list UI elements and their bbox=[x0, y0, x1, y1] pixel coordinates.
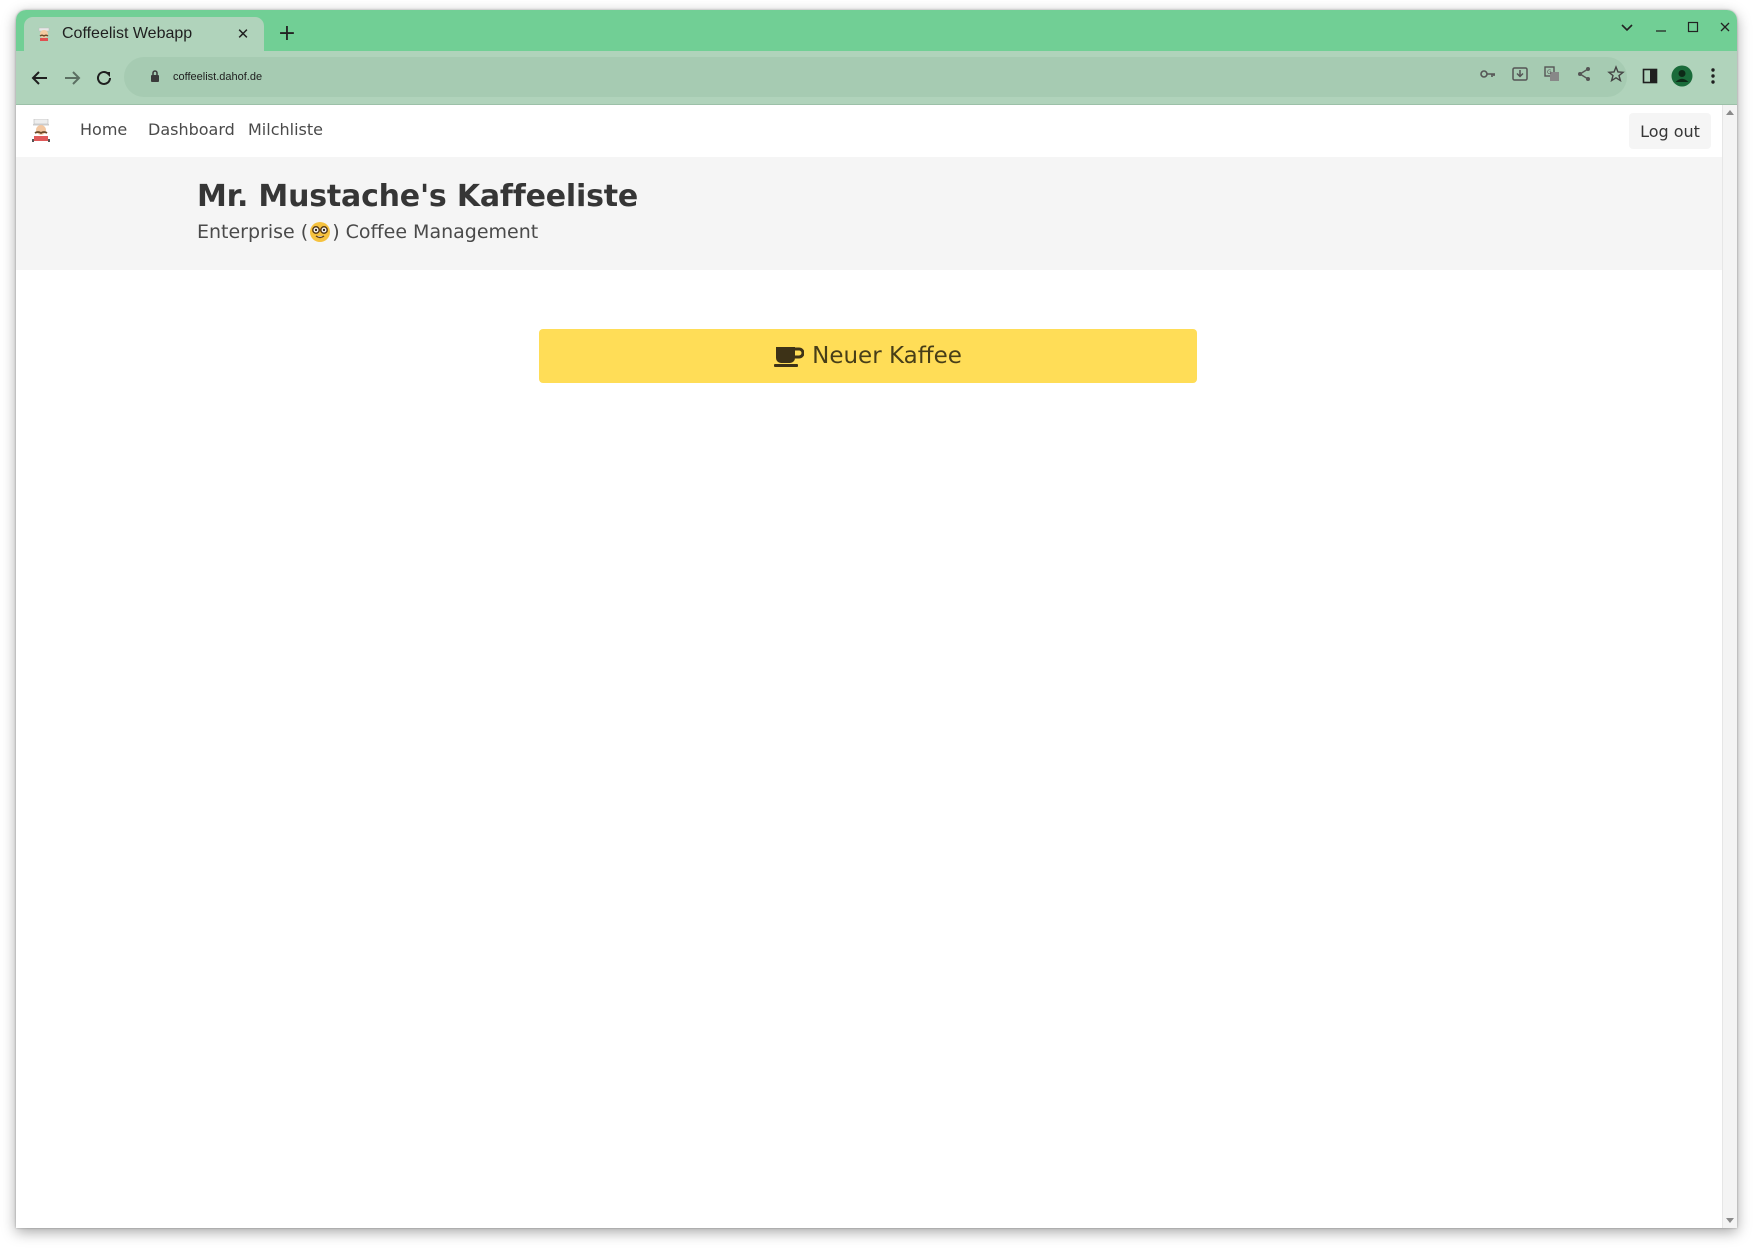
maximize-icon[interactable] bbox=[1682, 20, 1704, 38]
close-window-icon[interactable] bbox=[1714, 20, 1736, 38]
mustache-favicon-icon bbox=[36, 26, 52, 42]
logout-button[interactable]: Log out bbox=[1629, 113, 1711, 149]
install-icon[interactable] bbox=[1510, 64, 1530, 84]
key-icon[interactable] bbox=[1478, 64, 1498, 84]
page-subtitle: Enterprise ( ) Coffee Management bbox=[197, 221, 538, 243]
forward-icon[interactable] bbox=[58, 64, 86, 92]
tab-search-icon[interactable] bbox=[1616, 20, 1638, 38]
browser-tab[interactable]: Coffeelist Webapp ✕ bbox=[24, 17, 264, 51]
browser-toolbar: coffeelist.dahof.de G bbox=[16, 51, 1737, 105]
star-icon[interactable] bbox=[1606, 64, 1626, 84]
tab-close-icon[interactable]: ✕ bbox=[234, 25, 252, 43]
nav-link-home[interactable]: Home bbox=[80, 120, 127, 139]
subtitle-text-start: Enterprise ( bbox=[197, 221, 309, 243]
new-tab-button[interactable]: + bbox=[274, 22, 300, 48]
menu-icon[interactable] bbox=[1701, 64, 1725, 88]
scroll-down-arrow-icon[interactable] bbox=[1726, 1218, 1734, 1223]
mustache-logo-icon[interactable] bbox=[30, 118, 52, 143]
nerd-face-emoji-icon bbox=[309, 221, 331, 243]
minimize-icon[interactable] bbox=[1650, 20, 1672, 38]
subtitle-text-end: ) Coffee Management bbox=[332, 221, 539, 243]
site-navbar: Home Dashboard Milchliste Log out bbox=[16, 105, 1723, 157]
nav-link-milchliste[interactable]: Milchliste bbox=[248, 120, 323, 139]
share-icon[interactable] bbox=[1574, 64, 1594, 84]
browser-titlebar: Coffeelist Webapp ✕ + bbox=[16, 10, 1737, 51]
profile-icon[interactable] bbox=[1670, 64, 1694, 88]
scroll-up-arrow-icon[interactable] bbox=[1726, 110, 1734, 115]
page-title: Mr. Mustache's Kaffeeliste bbox=[197, 179, 639, 214]
reload-icon[interactable] bbox=[90, 64, 118, 92]
new-coffee-label: Neuer Kaffee bbox=[812, 343, 962, 369]
svg-text:G: G bbox=[1547, 69, 1552, 76]
nav-link-dashboard[interactable]: Dashboard bbox=[148, 120, 235, 139]
coffee-cup-icon bbox=[774, 344, 805, 368]
hero-section: Mr. Mustache's Kaffeeliste Enterprise ( … bbox=[16, 157, 1723, 270]
back-icon[interactable] bbox=[26, 64, 54, 92]
translate-icon[interactable]: G bbox=[1542, 64, 1562, 84]
lock-icon[interactable] bbox=[150, 68, 160, 87]
browser-window: Coffeelist Webapp ✕ + coffeelist.dahof.d… bbox=[16, 10, 1737, 1228]
new-coffee-button[interactable]: Neuer Kaffee bbox=[539, 329, 1197, 383]
page-viewport: Home Dashboard Milchliste Log out Mr. Mu… bbox=[16, 105, 1737, 1228]
vertical-scrollbar[interactable] bbox=[1722, 105, 1737, 1228]
url-text[interactable]: coffeelist.dahof.de bbox=[173, 71, 262, 83]
side-panel-icon[interactable] bbox=[1638, 64, 1662, 88]
tab-title: Coffeelist Webapp bbox=[62, 25, 193, 42]
address-bar[interactable] bbox=[124, 57, 1627, 97]
